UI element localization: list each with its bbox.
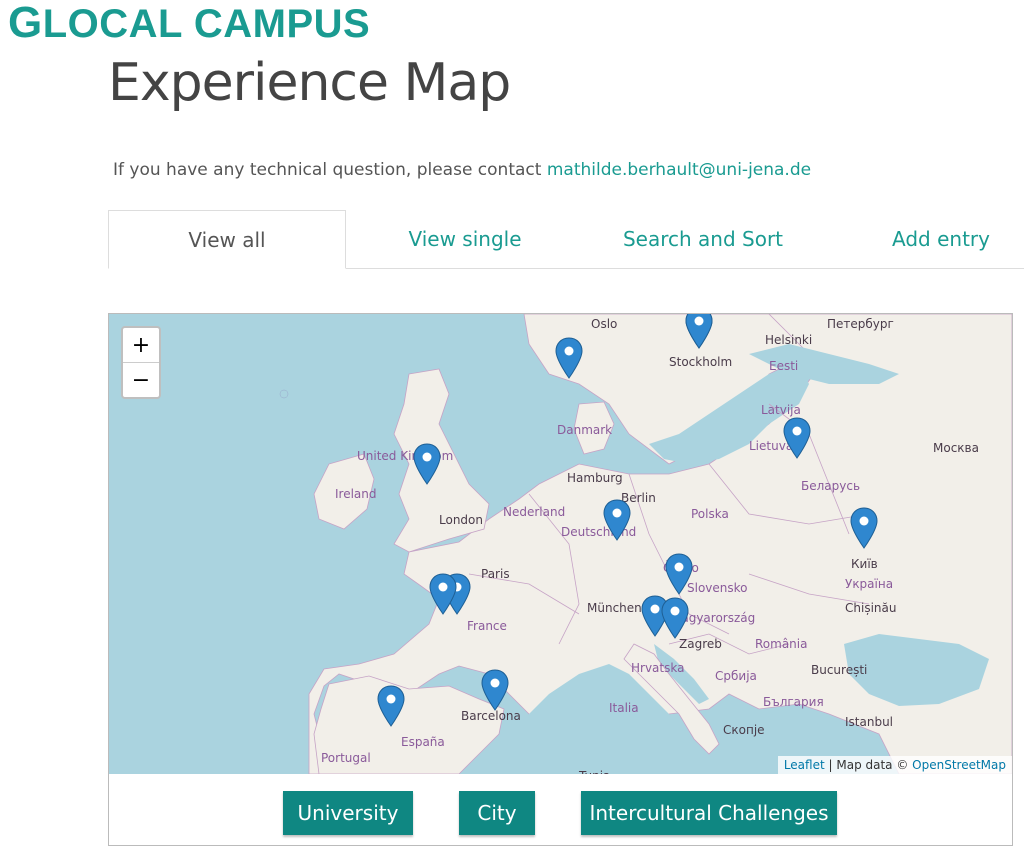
- filter-buttons: University City Intercultural Challenges: [109, 791, 1012, 837]
- map-marker[interactable]: [850, 507, 878, 549]
- contact-line: If you have any technical question, plea…: [113, 160, 811, 180]
- contact-text: If you have any technical question, plea…: [113, 160, 542, 180]
- page-title: Experience Map: [108, 53, 511, 113]
- contact-email-link[interactable]: mathilde.berhault@uni-jena.de: [547, 160, 811, 180]
- leaflet-link[interactable]: Leaflet: [784, 758, 825, 772]
- university-button[interactable]: University: [283, 791, 413, 835]
- map-marker[interactable]: [665, 553, 693, 595]
- glocal-campus-logo: GLOCAL CAMPUS: [8, 0, 371, 47]
- tab-bar: View all View single Search and Sort Add…: [108, 210, 1024, 269]
- map-panel: Oslo Stockholm Helsinki Петербург Eesti …: [108, 313, 1013, 846]
- city-button[interactable]: City: [459, 791, 535, 835]
- openstreetmap-link[interactable]: OpenStreetMap: [912, 758, 1006, 772]
- experience-map[interactable]: Oslo Stockholm Helsinki Петербург Eesti …: [109, 314, 1012, 774]
- zoom-in-button[interactable]: +: [123, 328, 159, 362]
- map-marker[interactable]: [661, 597, 689, 639]
- intercultural-challenges-button[interactable]: Intercultural Challenges: [581, 791, 837, 835]
- tab-search-and-sort[interactable]: Search and Sort: [584, 210, 822, 268]
- map-marker[interactable]: [783, 417, 811, 459]
- map-marker[interactable]: [555, 337, 583, 379]
- tab-view-all[interactable]: View all: [108, 210, 346, 269]
- tab-view-single[interactable]: View single: [346, 210, 584, 268]
- tab-add-entry[interactable]: Add entry: [822, 210, 1024, 268]
- attribution-text: | Map data ©: [824, 758, 913, 772]
- map-marker[interactable]: [429, 573, 457, 615]
- marker-layer: [377, 314, 878, 727]
- map-marker[interactable]: [603, 499, 631, 541]
- zoom-out-button[interactable]: −: [123, 362, 159, 397]
- map-marker[interactable]: [685, 314, 713, 349]
- map-marker[interactable]: [377, 685, 405, 727]
- map-marker[interactable]: [413, 443, 441, 485]
- zoom-control: + −: [121, 326, 161, 399]
- map-marker[interactable]: [481, 669, 509, 711]
- map-attribution: Leaflet | Map data © OpenStreetMap: [777, 756, 1012, 774]
